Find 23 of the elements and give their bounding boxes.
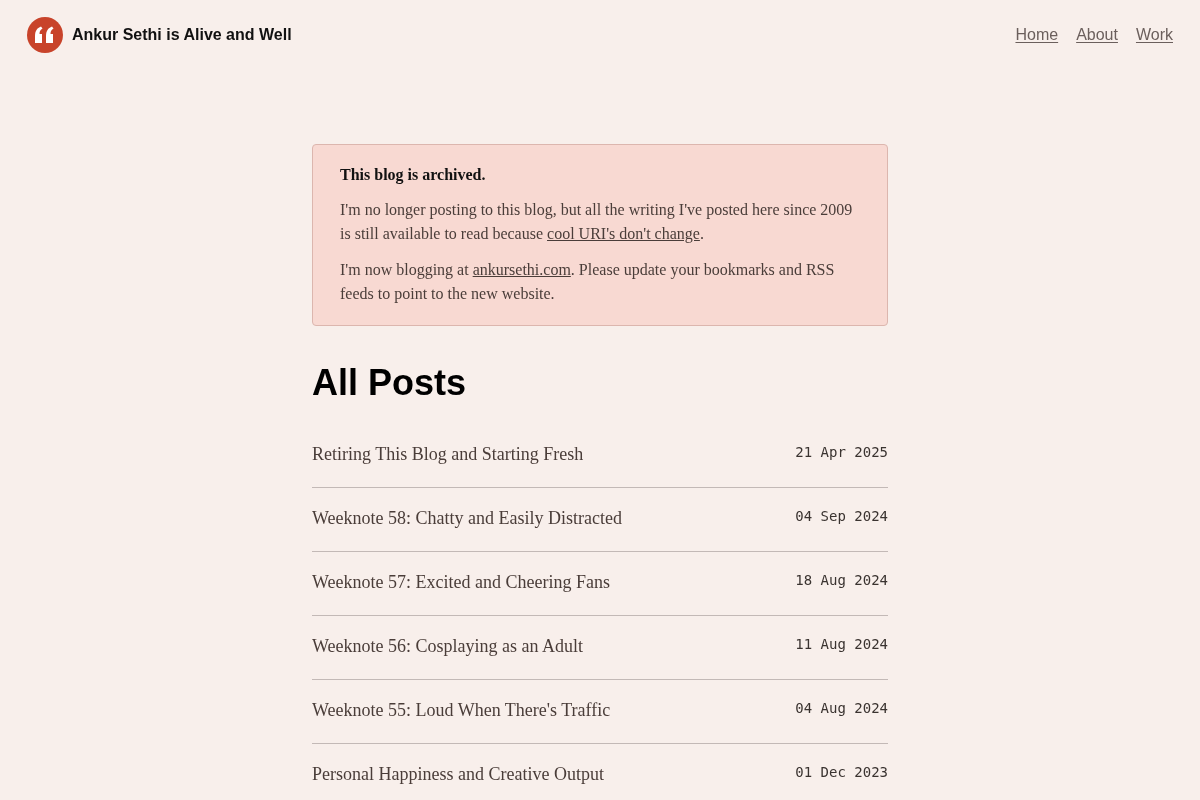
post-date: 11 Aug 2024 xyxy=(795,635,888,653)
post-date: 04 Sep 2024 xyxy=(795,507,888,525)
site-title[interactable]: Ankur Sethi is Alive and Well xyxy=(72,26,292,44)
nav-link[interactable]: About xyxy=(1076,26,1118,44)
post-date: 04 Aug 2024 xyxy=(795,699,888,717)
post-date: 18 Aug 2024 xyxy=(795,571,888,589)
notice-title: This blog is archived. xyxy=(340,165,487,186)
post-title-link[interactable]: Personal Happiness and Creative Output xyxy=(312,761,604,787)
post-title-link[interactable]: Weeknote 55: Loud When There's Traffic xyxy=(312,697,611,723)
notice-paragraph: I'm now blogging at ankursethi.com. Please update your bookmarks and RSS feeds to point to the new website. xyxy=(340,260,836,305)
inline-link[interactable]: cool URI's don't change xyxy=(547,225,700,242)
post-title-link[interactable]: Weeknote 57: Excited and Cheering Fans xyxy=(312,569,610,595)
post-title-link[interactable]: Weeknote 56: Cosplaying as an Adult xyxy=(312,633,583,659)
inline-link[interactable]: ankursethi.com xyxy=(472,261,571,278)
nav-link[interactable]: Home xyxy=(1015,26,1059,44)
post-title-link[interactable]: Weeknote 58: Chatty and Easily Distracted xyxy=(312,505,622,531)
post-date: 01 Dec 2023 xyxy=(795,763,888,781)
section-heading: All Posts xyxy=(312,362,468,404)
quote-mark-logo-icon xyxy=(27,17,63,53)
post-date: 21 Apr 2025 xyxy=(795,443,888,461)
notice-paragraph: I'm no longer posting to this blog, but all the writing I've posted here since 2009 is still available to read because cool URI's don't change. xyxy=(340,200,854,245)
post-title-link[interactable]: Retiring This Blog and Starting Fresh xyxy=(312,441,584,467)
nav-link[interactable]: Work xyxy=(1135,26,1173,44)
